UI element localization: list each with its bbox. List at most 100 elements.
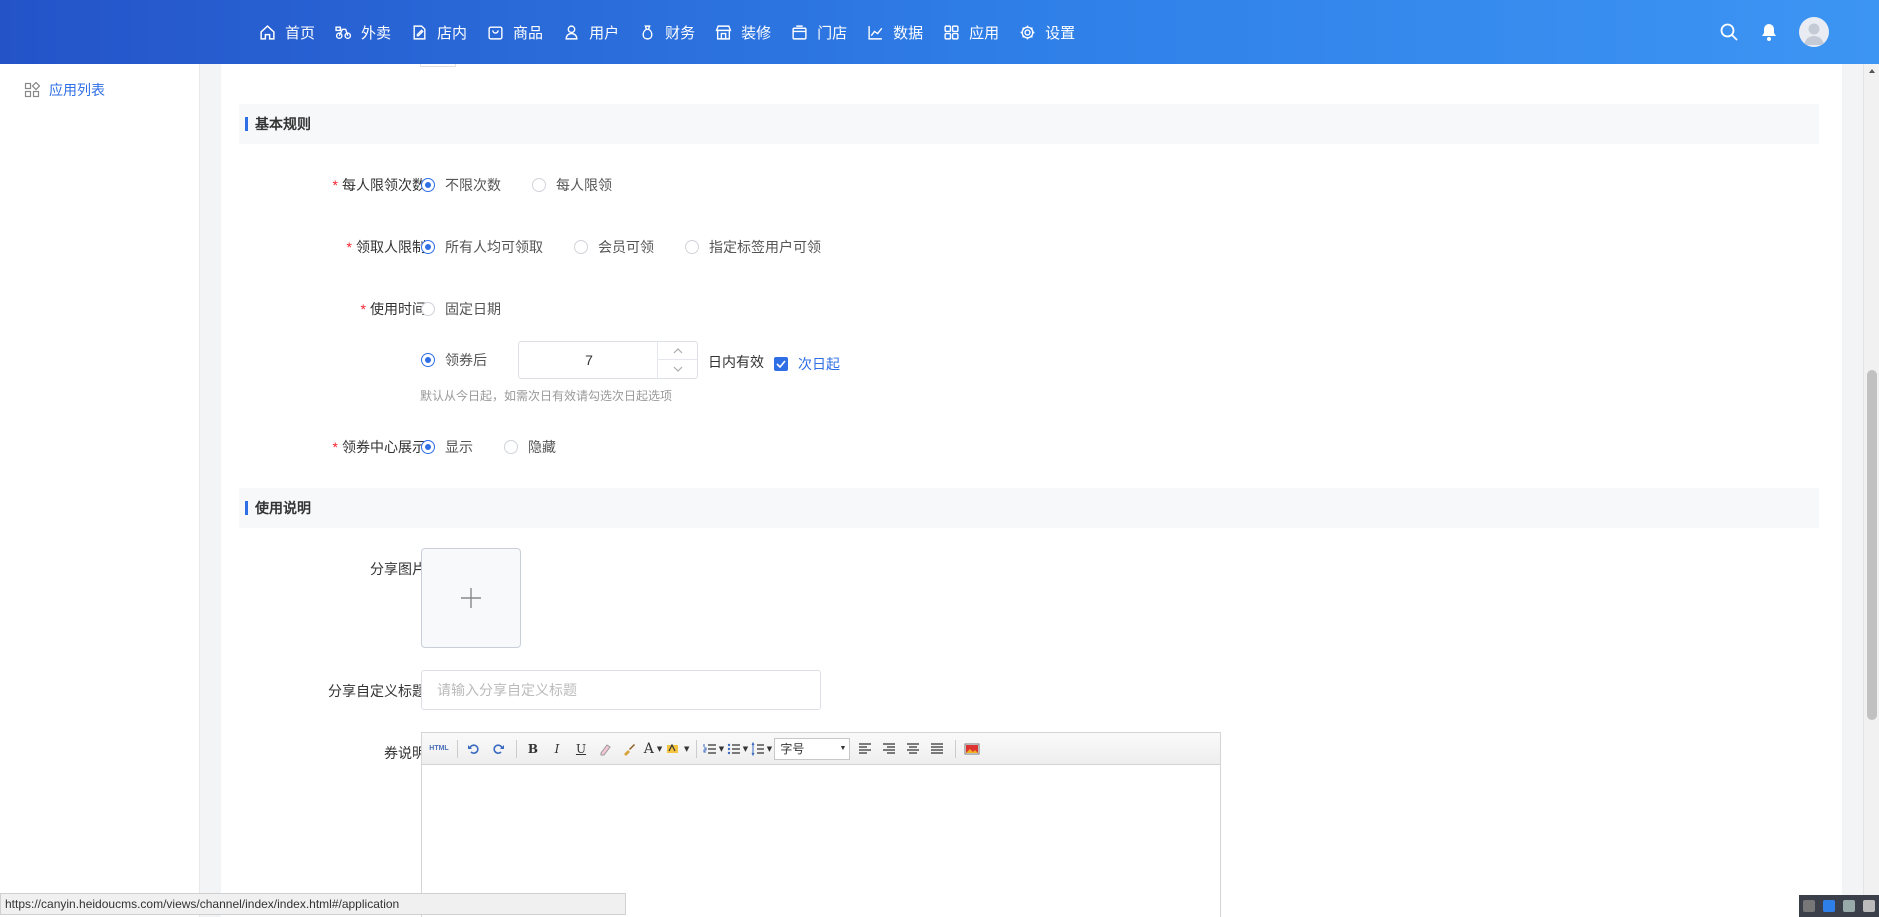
sidebar-item-app-list[interactable]: 应用列表 [24,80,105,100]
help-icon[interactable] [1843,900,1855,912]
nav-item-instore[interactable]: 店内 [408,0,484,64]
radio-label: 隐藏 [528,439,556,455]
nav-item-settings[interactable]: 设置 [1016,0,1092,64]
checkbox-box [774,357,788,371]
radio-limit-unlimited[interactable]: 不限次数 [421,175,501,195]
italic-label: I [554,741,560,756]
days-stepper[interactable]: 7 [518,341,698,379]
radio-limit-per-person[interactable]: 每人限领 [532,175,612,195]
redo-icon [493,743,504,754]
radio-label: 会员可领 [598,239,654,255]
share-image-label: 分享图片 [221,559,426,579]
browser-status-bar: https://canyin.heidoucms.com/views/chann… [0,893,626,915]
nav-item-label: 数据 [893,24,924,42]
undo-button[interactable] [463,738,485,760]
line-height-icon [751,741,764,756]
bike-icon [335,25,352,39]
font-size-select[interactable]: 字号 ▼ [774,737,851,760]
apps-icon [24,82,40,98]
dropdown-caret: ▼ [742,744,749,753]
section-title: 基本规则 [255,116,311,132]
align-center-button[interactable] [902,738,924,760]
input-method-icon[interactable] [1823,900,1835,912]
line-height-button[interactable]: ▼ [750,738,772,760]
nav-item-decoration[interactable]: 装修 [712,0,788,64]
keyboard-icon[interactable] [1803,900,1815,912]
nav-item-label: 外卖 [361,24,392,42]
sidebar: 应用列表 [0,64,200,917]
align-justify-icon [931,742,944,754]
settings-icon[interactable] [1863,900,1875,912]
nav-item-home[interactable]: 首页 [256,0,332,64]
nav-item-apps[interactable]: 应用 [940,0,1016,64]
rich-text-editor[interactable]: HTML B I U A ▼ ▼ ▼ ▼ ▼ 字号 ▼ [421,732,1221,917]
radio-label: 所有人均可领取 [445,239,543,255]
nav-item-stores[interactable]: 门店 [788,0,864,64]
highlight-color-button[interactable]: ▼ [666,738,689,760]
scroll-up-arrow[interactable] [1869,69,1875,73]
nav-item-label: 装修 [741,24,772,42]
eraser-button[interactable] [594,738,616,760]
radio-center-hide[interactable]: 隐藏 [504,437,556,457]
nav-item-users[interactable]: 用户 [560,0,636,64]
radio-usetime-after[interactable]: 领券后 [421,350,487,370]
limit-label: * 每人限领次数 [221,175,426,195]
unordered-list-button[interactable]: ▼ [726,738,748,760]
insert-image-button[interactable] [961,738,983,760]
radio-dot [421,440,435,454]
nav-item-takeout[interactable]: 外卖 [332,0,408,64]
page-scrollbar[interactable] [1863,64,1879,917]
align-center-icon [907,742,920,754]
underline-button[interactable]: U [570,738,592,760]
bold-label: B [527,741,539,756]
bell-icon[interactable] [1759,22,1779,42]
share-image-upload[interactable] [421,548,521,648]
radio-receiver-member[interactable]: 会员可领 [574,237,654,257]
days-suffix: 日内有效 [708,354,764,370]
home-icon [260,24,275,40]
days-value[interactable]: 7 [519,342,659,378]
radio-label: 指定标签用户可领 [709,239,821,255]
format-brush-button[interactable] [618,738,640,760]
nav-item-goods[interactable]: 商品 [484,0,560,64]
bag-icon [488,25,503,40]
ordered-list-button[interactable]: ▼ [702,738,724,760]
main-nav: 首页 外卖 店内 商品 用户 财务 装修 门店 数据 应用 设置 [256,0,1092,64]
scrollbar-thumb[interactable] [1867,370,1877,720]
section-header-usage: 使用说明 [239,488,1819,528]
next-day-checkbox[interactable]: 次日起 [774,354,840,374]
dropdown-caret: ▼ [766,744,773,753]
bold-button[interactable]: B [522,738,544,760]
font-color-button[interactable]: A ▼ [642,738,664,760]
nav-item-data[interactable]: 数据 [864,0,940,64]
radio-dot [685,240,699,254]
radio-receiver-tagged[interactable]: 指定标签用户可领 [685,237,821,257]
chevron-up-icon [673,347,682,353]
align-justify-button[interactable] [926,738,948,760]
toolbar-separator [457,739,458,758]
receiver-label: * 领取人限制 [221,237,426,257]
money-bag-icon [642,24,653,40]
radio-dot [504,440,518,454]
stepper-down-button[interactable] [658,360,697,378]
stepper-up-button[interactable] [658,342,697,360]
desc-label: 券说明 [221,743,426,763]
align-right-button[interactable] [878,738,900,760]
share-title-label-text: 分享自定义标题 [328,683,426,699]
align-left-button[interactable] [854,738,876,760]
top-navbar: 首页 外卖 店内 商品 用户 财务 装修 门店 数据 应用 设置 [0,0,1879,64]
radio-center-show[interactable]: 显示 [421,437,473,457]
redo-button[interactable] [487,738,509,760]
brush-icon [624,743,635,756]
italic-button[interactable]: I [546,738,568,760]
checkbox-label: 次日起 [798,356,840,372]
share-title-label: 分享自定义标题 [221,681,426,701]
html-source-button[interactable]: HTML [428,738,450,760]
nav-item-finance[interactable]: 财务 [636,0,712,64]
desc-label-text: 券说明 [384,745,426,761]
search-icon[interactable] [1719,22,1739,42]
avatar[interactable] [1799,17,1829,47]
radio-receiver-all[interactable]: 所有人均可领取 [421,237,543,257]
share-title-input[interactable] [421,670,821,710]
radio-usetime-fixed[interactable]: 固定日期 [421,299,501,319]
